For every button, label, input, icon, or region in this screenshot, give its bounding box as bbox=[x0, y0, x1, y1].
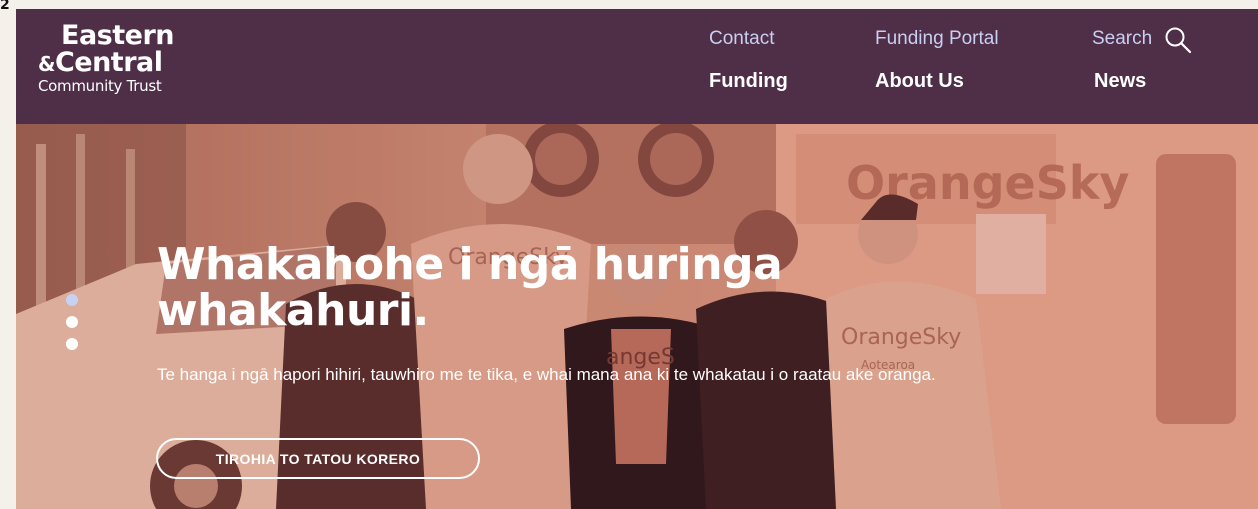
nav-link-search[interactable]: Search bbox=[1092, 28, 1152, 50]
logo-line-central: &Central bbox=[38, 47, 174, 78]
site-logo[interactable]: Eastern &Central Community Trust bbox=[38, 20, 175, 96]
hero-banner: OrangeSky OrangeSky angeS OrangeSky Aote… bbox=[16, 124, 1258, 509]
nav-link-news[interactable]: News bbox=[1094, 70, 1146, 93]
nav-link-contact[interactable]: Contact bbox=[709, 28, 774, 50]
slide-dot-2[interactable] bbox=[66, 316, 78, 328]
nav-link-about-us[interactable]: About Us bbox=[875, 70, 964, 93]
logo-line-community-trust: Community Trust bbox=[38, 77, 162, 95]
nav-link-funding[interactable]: Funding bbox=[709, 70, 788, 93]
site-header: Eastern &Central Community Trust Contact… bbox=[16, 9, 1258, 124]
slide-dot-3[interactable] bbox=[66, 338, 78, 350]
logo-ampersand: & bbox=[38, 52, 55, 76]
search-icon[interactable] bbox=[1164, 26, 1192, 54]
hero-title-line-1: Whakahohe i ngā huringa bbox=[157, 239, 783, 290]
hero-title-line-2: whakahuri. bbox=[157, 285, 429, 336]
hero-title: Whakahohe i ngā huringa whakahuri. bbox=[157, 242, 877, 334]
nav-link-funding-portal[interactable]: Funding Portal bbox=[875, 28, 999, 50]
page-frame: Eastern &Central Community Trust Contact… bbox=[16, 9, 1258, 509]
logo-line-eastern: Eastern bbox=[61, 20, 175, 51]
corner-mark: 2 bbox=[0, 0, 10, 13]
hero-subtitle: Te hanga i ngā hapori hihiri, tauwhiro m… bbox=[157, 365, 936, 384]
read-our-story-button[interactable]: TIROHIA TO TATOU KORERO bbox=[156, 438, 480, 479]
logo-central-text: Central bbox=[54, 47, 163, 78]
slide-dot-1[interactable] bbox=[66, 294, 78, 306]
slide-indicators bbox=[66, 294, 78, 360]
